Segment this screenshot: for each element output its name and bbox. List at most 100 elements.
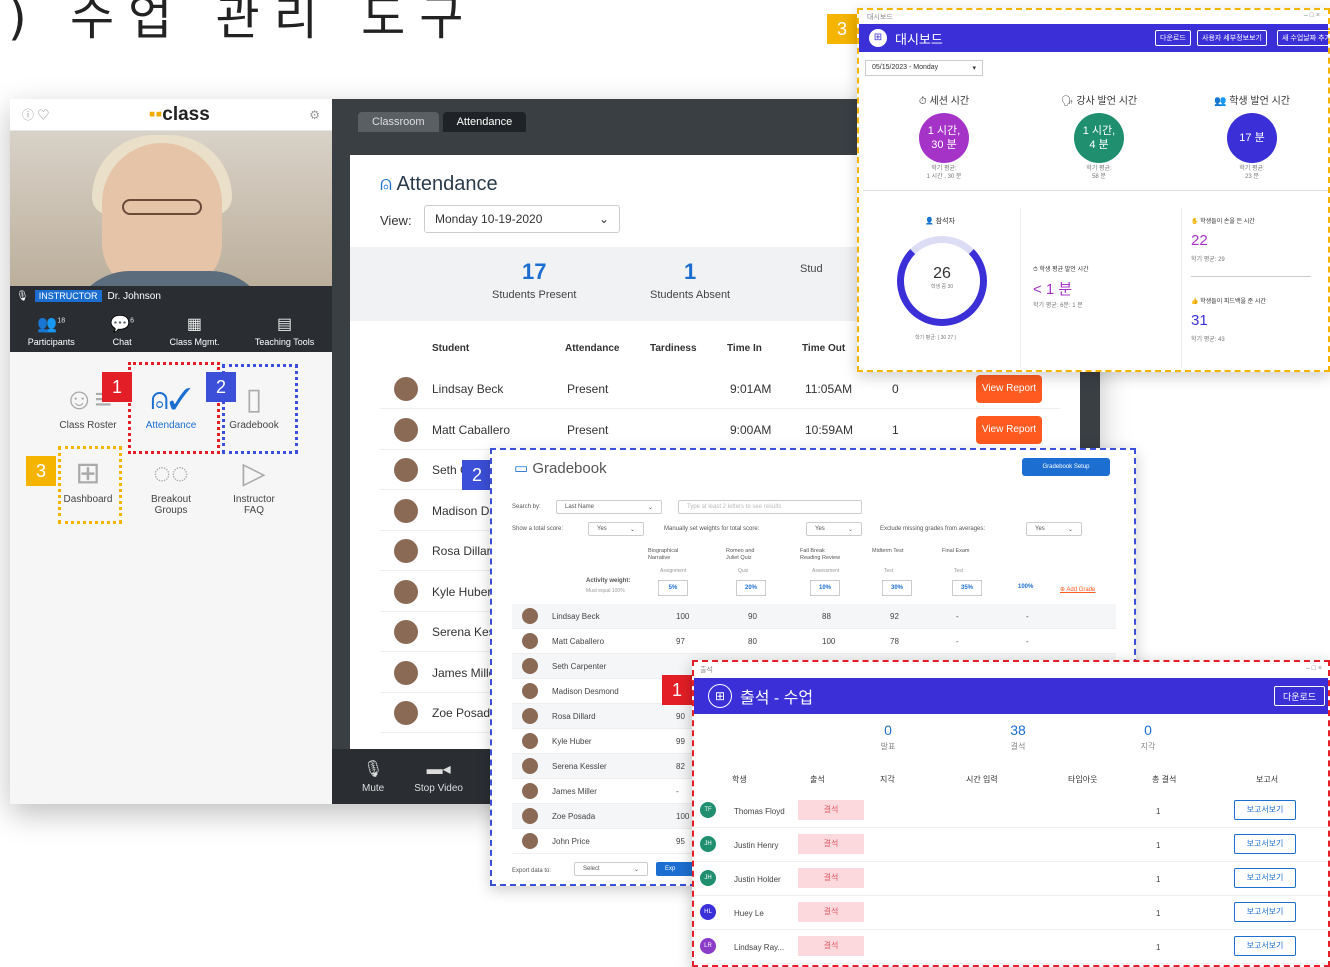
gradebook-student-name[interactable]: Madison Desmond (552, 687, 619, 696)
toolbar-teaching-tools[interactable]: ▤ Teaching Tools (255, 314, 314, 347)
mute-button[interactable]: 🎙︎ Mute (362, 759, 384, 794)
total-weight: 100% (1018, 584, 1034, 590)
dashboard-user-details-button[interactable]: 사용자 세부정보보기 (1197, 30, 1267, 46)
feedback-sub: 학기 평균: 43 (1191, 337, 1225, 343)
gradebook-setup-button[interactable]: Gradebook Setup (1022, 458, 1110, 476)
absent-status-badge[interactable]: 결석 (798, 800, 864, 820)
dashboard-download-button[interactable]: 다운로드 (1155, 30, 1191, 46)
assignment-weight-input[interactable]: 20% (736, 580, 766, 596)
cell-name: James Mille (432, 665, 496, 680)
absent-status-badge[interactable]: 결석 (798, 868, 864, 888)
gradebook-student-name[interactable]: Serena Kessler (552, 762, 607, 771)
show-total-select[interactable]: Yes ⌄ (588, 522, 644, 536)
grade-cell[interactable]: 80 (748, 637, 757, 646)
gradebook-student-name[interactable]: Matt Caballero (552, 637, 604, 646)
view-report-button[interactable]: View Report (976, 375, 1042, 403)
view-report-button[interactable]: 보고서보기 (1234, 936, 1296, 956)
grade-cell[interactable]: - (956, 637, 959, 646)
grade-cell[interactable]: 97 (676, 637, 685, 646)
manual-weights-select[interactable]: Yes ⌄ (806, 522, 862, 536)
grade-cell[interactable]: 92 (890, 612, 899, 621)
export-button[interactable]: Exp (656, 862, 696, 876)
student-initials-avatar: JH (700, 836, 716, 852)
dashboard-divider (863, 190, 1328, 191)
grade-cell[interactable]: 88 (822, 612, 831, 621)
grade-cell[interactable]: 100 (822, 637, 835, 646)
dashboard-date-select[interactable]: 05/15/2023 - Monday ▾ (865, 60, 983, 76)
grade-cell[interactable]: 90 (676, 712, 685, 721)
avg-speak-sub: 학기 평균: 6분: 1 분 (1033, 303, 1083, 309)
grade-cell[interactable]: - (1026, 637, 1029, 646)
search-input[interactable]: Type at least 2 letters to see results (678, 500, 862, 514)
view-report-button[interactable]: 보고서보기 (1234, 902, 1296, 922)
faq-icon: ▷ (242, 457, 266, 490)
gradebook-student-name[interactable]: John Price (552, 837, 590, 846)
dashboard-window-bar: 대시보드 – □ × (867, 12, 1320, 21)
gradebook-student-name[interactable]: Kyle Huber (552, 737, 592, 746)
view-report-button[interactable]: View Report (976, 415, 1042, 444)
toolbar-chat[interactable]: 💬6 Chat (110, 314, 134, 347)
gradebook-student-name[interactable]: Zoe Posada (552, 812, 595, 821)
cell-name: Lindsay Beck (432, 382, 504, 396)
stop-video-button[interactable]: ▬◂ Stop Video (414, 759, 463, 794)
absent-status-badge[interactable]: 결석 (798, 834, 864, 854)
toolbar-class-mgmt[interactable]: ▦ Class Mgmt. (169, 314, 219, 347)
grade-cell[interactable]: 100 (676, 612, 689, 621)
attendance-person-icon: ⍝ (380, 173, 392, 195)
grade-cell[interactable]: 100 (676, 812, 689, 821)
cell-extra: 1 (892, 422, 899, 437)
dashboard-add-date-button[interactable]: 새 수업날짜 추가 (1277, 30, 1330, 46)
grid-breakout-groups[interactable]: ◌◌ Breakout Groups (131, 454, 211, 516)
grade-cell[interactable]: - (956, 612, 959, 621)
view-report-button[interactable]: 보고서보기 (1234, 800, 1296, 820)
assignment-type: Assignment (660, 568, 687, 574)
gradebook-student-name[interactable]: Rosa Dillard (552, 712, 596, 721)
stat-kr-1: 38 결석 (1010, 722, 1026, 751)
grade-cell[interactable]: 82 (676, 762, 685, 771)
grid-instructor-faq[interactable]: ▷ Instructor FAQ (214, 454, 294, 516)
add-grade-link[interactable]: ⊕ Add Grade (1060, 586, 1095, 593)
assignment-weight-input[interactable]: 5% (658, 580, 688, 596)
gradebook-student-name[interactable]: James Miller (552, 787, 597, 796)
view-date-select[interactable]: Monday 10-19-2020 ⌄ (424, 205, 620, 233)
absent-status-badge[interactable]: 결석 (798, 902, 864, 922)
info-icon[interactable]: ⓘ ♡ (22, 106, 49, 123)
exclude-missing-select[interactable]: Yes ⌄ (1026, 522, 1082, 536)
absent-status-badge[interactable]: 결석 (798, 936, 864, 956)
export-select[interactable]: Select ⌄ (574, 862, 648, 876)
participants-icon: 👥18 (37, 316, 66, 333)
student-avatar (522, 783, 538, 799)
metric-circle-instructor: 1 시간, 4 분 (1074, 113, 1124, 163)
kr-col-timeout: 타임아웃 (1068, 775, 1098, 784)
grade-cell[interactable]: 99 (676, 737, 685, 746)
assignment-weight-input[interactable]: 10% (810, 580, 840, 596)
toolbar-participants[interactable]: 👥18 Participants (28, 314, 75, 347)
view-report-button[interactable]: 보고서보기 (1234, 868, 1296, 888)
grade-cell[interactable]: 95 (676, 837, 685, 846)
gradebook-student-name[interactable]: Lindsay Beck (552, 612, 600, 621)
student-initials-avatar: HL (700, 904, 716, 920)
view-report-button[interactable]: 보고서보기 (1234, 834, 1296, 854)
student-initials-avatar: JH (700, 870, 716, 886)
grade-cell[interactable]: - (1026, 612, 1029, 621)
tab-classroom[interactable]: Classroom (358, 112, 439, 132)
student-avatar (394, 377, 418, 401)
dashboard-vdivider-1 (1020, 208, 1021, 368)
tab-attendance[interactable]: Attendance (442, 112, 527, 132)
grade-cell[interactable]: 78 (890, 637, 899, 646)
cell-time_out: 10:59AM (805, 422, 854, 437)
chat-icon: 💬6 (110, 316, 135, 333)
student-avatar (522, 758, 538, 774)
assignment-type: Assessment (812, 568, 840, 574)
attendance-kr-download-button[interactable]: 다운로드 (1274, 686, 1326, 706)
search-by-select[interactable]: Last Name ⌄ (556, 500, 662, 514)
grade-cell[interactable]: - (676, 787, 679, 796)
gradebook-student-name[interactable]: Seth Carpenter (552, 662, 606, 671)
attendance-kr-row: LR Lindsay Ray... 결석 1 보고서보기 (694, 930, 1328, 964)
assignment-weight-input[interactable]: 35% (952, 580, 982, 596)
kr-student-name: Justin Holder (734, 875, 781, 884)
assignment-weight-input[interactable]: 30% (882, 580, 912, 596)
settings-icon[interactable]: ⚙ (309, 108, 320, 122)
grade-cell[interactable]: 90 (748, 612, 757, 621)
student-initials-avatar: TF (700, 802, 716, 818)
